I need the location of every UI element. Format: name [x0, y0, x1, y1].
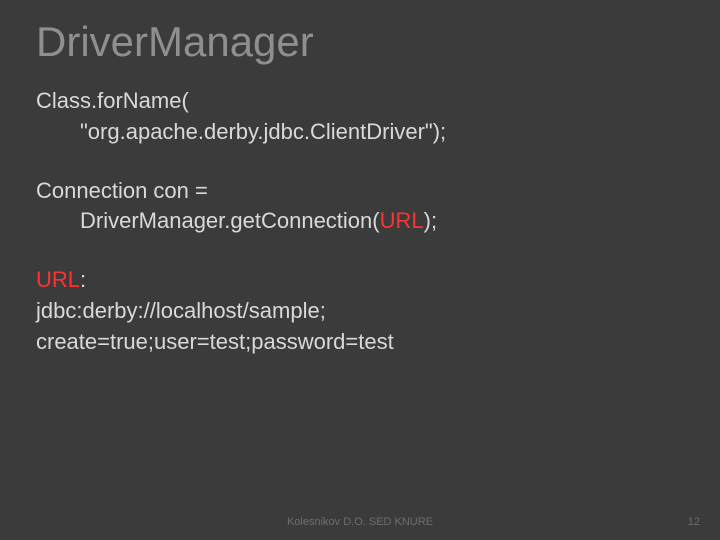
code-line-2: "org.apache.derby.jdbc.ClientDriver"); — [36, 117, 684, 148]
code-line-5a-url: URL — [36, 267, 80, 292]
code-line-4a: DriverManager.getConnection( — [80, 208, 380, 233]
code-line-5: URL: — [36, 265, 684, 296]
code-line-6: jdbc:derby://localhost/sample; — [36, 296, 684, 327]
slide: DriverManager Class.forName( "org.apache… — [0, 0, 720, 540]
code-line-4b-url: URL — [380, 208, 424, 233]
code-line-3: Connection con = — [36, 176, 684, 207]
code-line-7: create=true;user=test;password=test — [36, 327, 684, 358]
footer-text: Kolesnikov D.O. SED KNURE — [0, 516, 720, 528]
code-line-4c: ); — [424, 208, 437, 233]
slide-body: Class.forName( "org.apache.derby.jdbc.Cl… — [36, 86, 684, 358]
code-line-1: Class.forName( — [36, 86, 684, 117]
code-line-4: DriverManager.getConnection(URL); — [36, 206, 684, 237]
spacer — [36, 237, 684, 265]
spacer — [36, 148, 684, 176]
code-line-5b: : — [80, 267, 86, 292]
slide-title: DriverManager — [36, 18, 684, 66]
page-number: 12 — [688, 516, 700, 528]
